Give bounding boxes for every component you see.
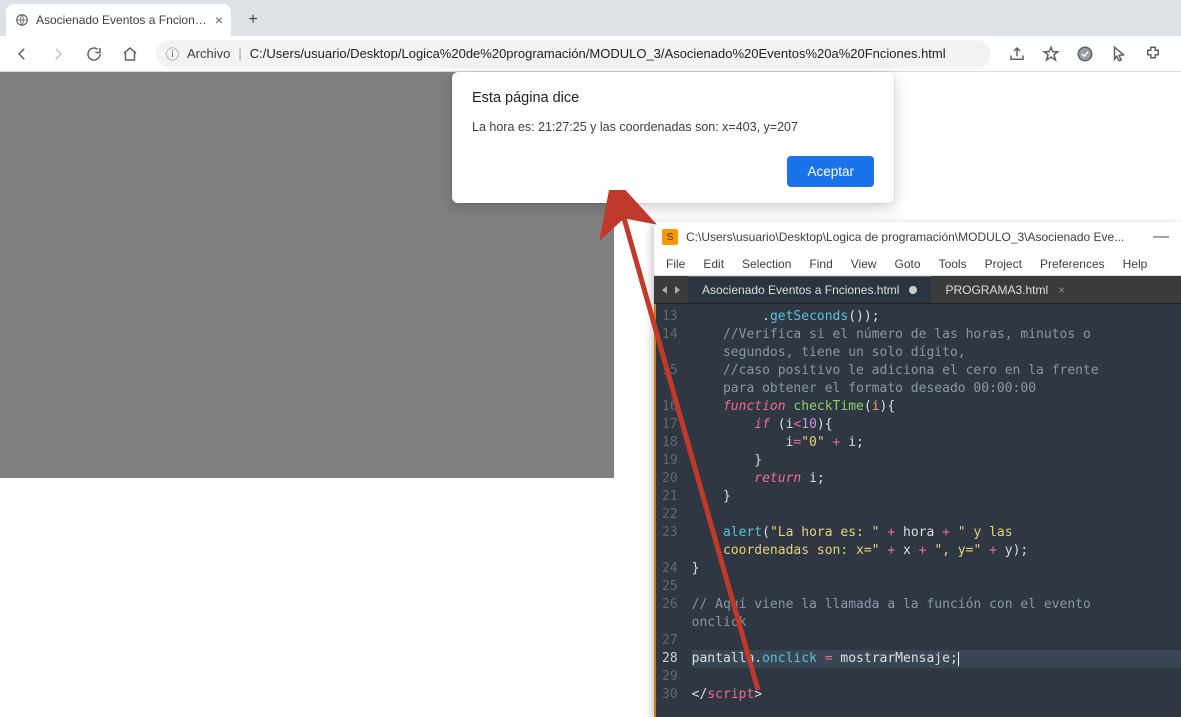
alert-title: Esta página dice — [472, 90, 874, 106]
line-number: 13 — [662, 308, 678, 326]
close-tab-icon[interactable]: × — [1058, 283, 1065, 297]
forward-button[interactable] — [42, 38, 74, 70]
code-line[interactable]: i="0" + i; — [692, 434, 1181, 452]
line-number: 29 — [662, 668, 678, 686]
line-number: 30 — [662, 686, 678, 704]
check-icon[interactable] — [1069, 38, 1101, 70]
code-line[interactable]: </script> — [692, 686, 1181, 704]
sublime-menu-item[interactable]: Help — [1115, 255, 1156, 273]
sublime-window: S C:\Users\usuario\Desktop\Logica de pro… — [654, 222, 1181, 717]
code-editor[interactable]: 1314 15 1617181920212223 242526 27282930 .ge… — [654, 304, 1181, 717]
code-line[interactable]: //caso positivo le adiciona el cero en l… — [692, 362, 1181, 380]
line-number — [662, 542, 678, 560]
code-line[interactable]: .getSeconds()); — [692, 308, 1181, 326]
line-number: 24 — [662, 560, 678, 578]
sublime-menu-item[interactable]: Preferences — [1032, 255, 1113, 273]
code-line[interactable]: // Aquí viene la llamada a la función co… — [692, 596, 1181, 614]
tab-title: Asocienado Eventos a Fnciones.h — [36, 13, 209, 27]
browser-tab[interactable]: Asocienado Eventos a Fnciones.h × — [6, 4, 231, 36]
sublime-title: C:\Users\usuario\Desktop\Logica de progr… — [686, 230, 1141, 244]
code-line[interactable]: para obtener el formato deseado 00:00:00 — [692, 380, 1181, 398]
sublime-menu-item[interactable]: File — [658, 255, 693, 273]
line-number — [662, 614, 678, 632]
sublime-tab[interactable]: Asocienado Eventos a Fnciones.html — [688, 276, 931, 303]
line-number: 23 — [662, 524, 678, 542]
close-tab-icon[interactable]: × — [215, 12, 223, 28]
sublime-menu-item[interactable]: Project — [977, 255, 1030, 273]
url-text: C:/Users/usuario/Desktop/Logica%20de%20p… — [250, 46, 946, 61]
sublime-tabs: Asocienado Eventos a Fnciones.html PROGRA… — [654, 276, 1181, 304]
home-button[interactable] — [114, 38, 146, 70]
sublime-menu-item[interactable]: View — [843, 255, 885, 273]
code-line[interactable]: pantalla.onclick = mostrarMensaje; — [692, 650, 1181, 668]
code-line[interactable] — [692, 632, 1181, 650]
alert-message: La hora es: 21:27:25 y las coordenadas s… — [472, 120, 874, 134]
line-number: 17 — [662, 416, 678, 434]
sublime-menu-item[interactable]: Edit — [695, 255, 732, 273]
sublime-tab-label: PROGRAMA3.html — [945, 283, 1048, 297]
sublime-logo-icon: S — [662, 229, 678, 245]
code-line[interactable]: } — [692, 452, 1181, 470]
line-number — [662, 380, 678, 398]
line-number: 27 — [662, 632, 678, 650]
code-line[interactable] — [692, 506, 1181, 524]
sublime-menu-item[interactable]: Tools — [931, 255, 975, 273]
browser-tab-strip: Asocienado Eventos a Fnciones.h × + — [0, 0, 1181, 36]
sublime-tab-label: Asocienado Eventos a Fnciones.html — [702, 283, 899, 297]
text-caret — [958, 652, 959, 666]
sublime-menu-item[interactable]: Goto — [887, 255, 929, 273]
code-line[interactable] — [692, 668, 1181, 686]
new-tab-button[interactable]: + — [239, 6, 267, 34]
sublime-menu-item[interactable]: Selection — [734, 255, 799, 273]
line-number: 18 — [662, 434, 678, 452]
dirty-dot-icon — [909, 286, 917, 294]
line-number: 19 — [662, 452, 678, 470]
code-line[interactable]: } — [692, 488, 1181, 506]
line-number: 15 — [662, 362, 678, 380]
addr-label: Archivo — [187, 46, 230, 61]
code-line[interactable]: coordenadas son: x=" + x + ", y=" + y); — [692, 542, 1181, 560]
code-line[interactable]: return i; — [692, 470, 1181, 488]
line-number: 22 — [662, 506, 678, 524]
alert-accept-button[interactable]: Aceptar — [787, 156, 874, 187]
js-alert-dialog: Esta página dice La hora es: 21:27:25 y … — [452, 72, 894, 203]
line-number — [662, 344, 678, 362]
line-number: 20 — [662, 470, 678, 488]
line-number: 28 — [662, 650, 678, 668]
site-info-icon[interactable]: ⓘ — [166, 44, 179, 63]
code-line[interactable]: //Verifica si el número de las horas, mi… — [692, 326, 1181, 344]
addr-separator: | — [238, 46, 241, 61]
line-number: 16 — [662, 398, 678, 416]
code-line[interactable]: onclick — [692, 614, 1181, 632]
globe-icon — [14, 12, 30, 28]
address-bar[interactable]: ⓘ Archivo | C:/Users/usuario/Desktop/Log… — [156, 40, 991, 68]
minimize-icon[interactable]: — — [1149, 228, 1173, 246]
extensions-icon[interactable] — [1137, 38, 1169, 70]
sublime-menu-item[interactable]: Find — [801, 255, 840, 273]
sublime-titlebar[interactable]: S C:\Users\usuario\Desktop\Logica de pro… — [654, 222, 1181, 252]
cursor-icon[interactable] — [1103, 38, 1135, 70]
reload-button[interactable] — [78, 38, 110, 70]
sublime-tab[interactable]: PROGRAMA3.html × — [931, 276, 1079, 303]
code-line[interactable]: function checkTime(i){ — [692, 398, 1181, 416]
bookmark-icon[interactable] — [1035, 38, 1067, 70]
code-line[interactable]: segundos, tiene un solo dígito, — [692, 344, 1181, 362]
line-number: 26 — [662, 596, 678, 614]
sublime-menubar: FileEditSelectionFindViewGotoToolsProjec… — [654, 252, 1181, 276]
line-number: 14 — [662, 326, 678, 344]
code-line[interactable]: alert("La hora es: " + hora + " y las — [692, 524, 1181, 542]
back-button[interactable] — [6, 38, 38, 70]
code-line[interactable]: } — [692, 560, 1181, 578]
code-line[interactable] — [692, 578, 1181, 596]
line-number: 21 — [662, 488, 678, 506]
share-icon[interactable] — [1001, 38, 1033, 70]
code-line[interactable]: if (i<10){ — [692, 416, 1181, 434]
browser-toolbar: ⓘ Archivo | C:/Users/usuario/Desktop/Log… — [0, 36, 1181, 72]
line-number: 25 — [662, 578, 678, 596]
sublime-tab-nav[interactable] — [654, 276, 688, 303]
